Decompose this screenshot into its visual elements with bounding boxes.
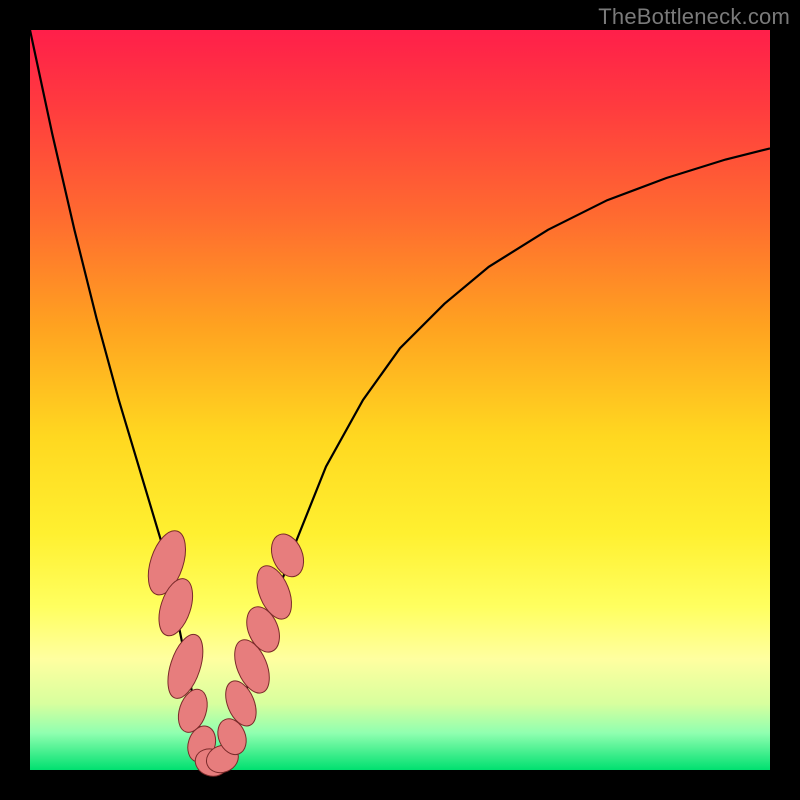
plot-area bbox=[30, 30, 770, 770]
curve-svg bbox=[30, 30, 770, 770]
curve-markers bbox=[141, 526, 309, 780]
watermark-text: TheBottleneck.com bbox=[598, 4, 790, 30]
bottleneck-curve bbox=[30, 30, 770, 770]
chart-frame: TheBottleneck.com bbox=[0, 0, 800, 800]
